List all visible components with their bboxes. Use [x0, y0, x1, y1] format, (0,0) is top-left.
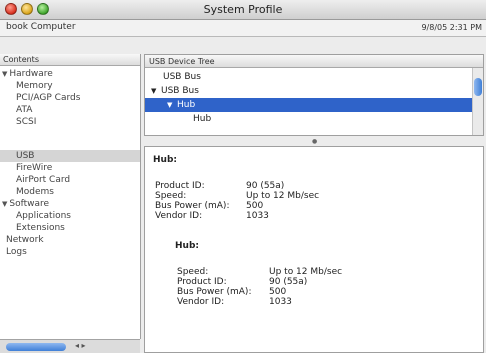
detail-pane: Hub: Product ID: 90 (55a) Speed: Up to 1…: [144, 146, 484, 353]
sidebar-item-label: Hardware: [9, 69, 53, 79]
sub-vendor-id-label: Vendor ID:: [177, 297, 225, 307]
title-bar[interactable]: System Profile: [0, 0, 486, 20]
info-bar: book Computer 9/8/05 2:31 PM: [0, 20, 486, 37]
sub-speed-value: Up to 12 Mb/sec: [269, 267, 343, 277]
vendor-id-label: Vendor ID:: [155, 211, 203, 221]
sidebar-item-network[interactable]: Network: [6, 234, 44, 246]
sidebar-item-airport-card[interactable]: AirPort Card: [16, 174, 70, 186]
sub-bus-power-value: 500: [269, 287, 287, 297]
disclosure-triangle-icon[interactable]: ▼: [151, 84, 156, 98]
bus-power-value: 500: [246, 201, 264, 211]
tree-row[interactable]: Hub: [145, 112, 483, 126]
timestamp: 9/8/05 2:31 PM: [421, 23, 482, 32]
scroll-thumb[interactable]: [474, 78, 482, 96]
system-profiler-window: System Profile book Computer 9/8/05 2:31…: [0, 0, 486, 353]
tree-row[interactable]: USB Bus: [145, 70, 483, 84]
speed-value: Up to 12 Mb/sec: [246, 191, 320, 201]
sidebar-item-ata[interactable]: ATA: [16, 104, 32, 116]
product-id-label: Product ID:: [155, 181, 205, 191]
sub-product-id-label: Product ID:: [177, 277, 227, 287]
window-title: System Profile: [203, 3, 283, 16]
scroll-arrows-icon[interactable]: ◂ ▸: [75, 341, 86, 350]
sidebar-item-modems[interactable]: Modems: [16, 186, 54, 198]
sidebar-item-scsi[interactable]: SCSI: [16, 116, 36, 128]
sidebar-item-memory[interactable]: Memory: [16, 80, 53, 92]
sidebar-scrollbar[interactable]: ◂ ▸: [0, 339, 140, 353]
sidebar-item-software[interactable]: ▼ Software: [2, 198, 49, 210]
sub-speed-label: Speed:: [177, 267, 209, 277]
sidebar-item-label: Software: [9, 199, 50, 209]
tree-row-selected[interactable]: ▼ Hub: [145, 98, 483, 112]
detail-heading: Hub:: [153, 155, 177, 165]
sub-device-heading: Hub:: [175, 241, 199, 251]
computer-name: book Computer: [6, 22, 76, 32]
sidebar-item-hardware[interactable]: ▼ Hardware: [2, 68, 53, 80]
splitter-handle-icon[interactable]: ●: [312, 138, 317, 145]
tree-row-label: USB Bus: [163, 72, 201, 82]
sidebar-item-extensions[interactable]: Extensions: [16, 222, 65, 234]
sidebar-item-usb[interactable]: USB: [16, 150, 34, 162]
sub-bus-power-label: Bus Power (mA):: [177, 287, 252, 297]
scroll-thumb[interactable]: [6, 343, 66, 351]
sidebar-item-applications[interactable]: Applications: [16, 210, 71, 222]
sidebar-item-logs[interactable]: Logs: [6, 246, 27, 258]
sidebar-item-firewire[interactable]: FireWire: [16, 162, 52, 174]
usb-device-tree: USB Device Tree USB Bus ▼ USB Bus ▼ Hub …: [144, 54, 484, 136]
tree-header: USB Device Tree: [145, 55, 483, 68]
tree-scrollbar[interactable]: [472, 68, 483, 135]
product-id-value: 90 (55a): [246, 181, 285, 191]
sub-product-id-value: 90 (55a): [269, 277, 308, 287]
tree-row-label: Hub: [193, 114, 212, 124]
bus-power-label: Bus Power (mA):: [155, 201, 230, 211]
disclosure-triangle-icon[interactable]: ▼: [167, 98, 172, 112]
speed-label: Speed:: [155, 191, 187, 201]
sub-vendor-id-value: 1033: [269, 297, 292, 307]
contents-header: Contents: [0, 54, 140, 66]
disclosure-triangle-icon[interactable]: ▼: [2, 200, 7, 208]
vendor-id-value: 1033: [246, 211, 269, 221]
sidebar-item-pci-agp-cards[interactable]: PCI/AGP Cards: [16, 92, 80, 104]
pane-splitter[interactable]: ●: [144, 137, 484, 145]
disclosure-triangle-icon[interactable]: ▼: [2, 70, 7, 78]
tree-row[interactable]: ▼ USB Bus: [145, 84, 483, 98]
tree-row-label: Hub: [177, 100, 196, 110]
tree-row-label: USB Bus: [161, 86, 199, 96]
